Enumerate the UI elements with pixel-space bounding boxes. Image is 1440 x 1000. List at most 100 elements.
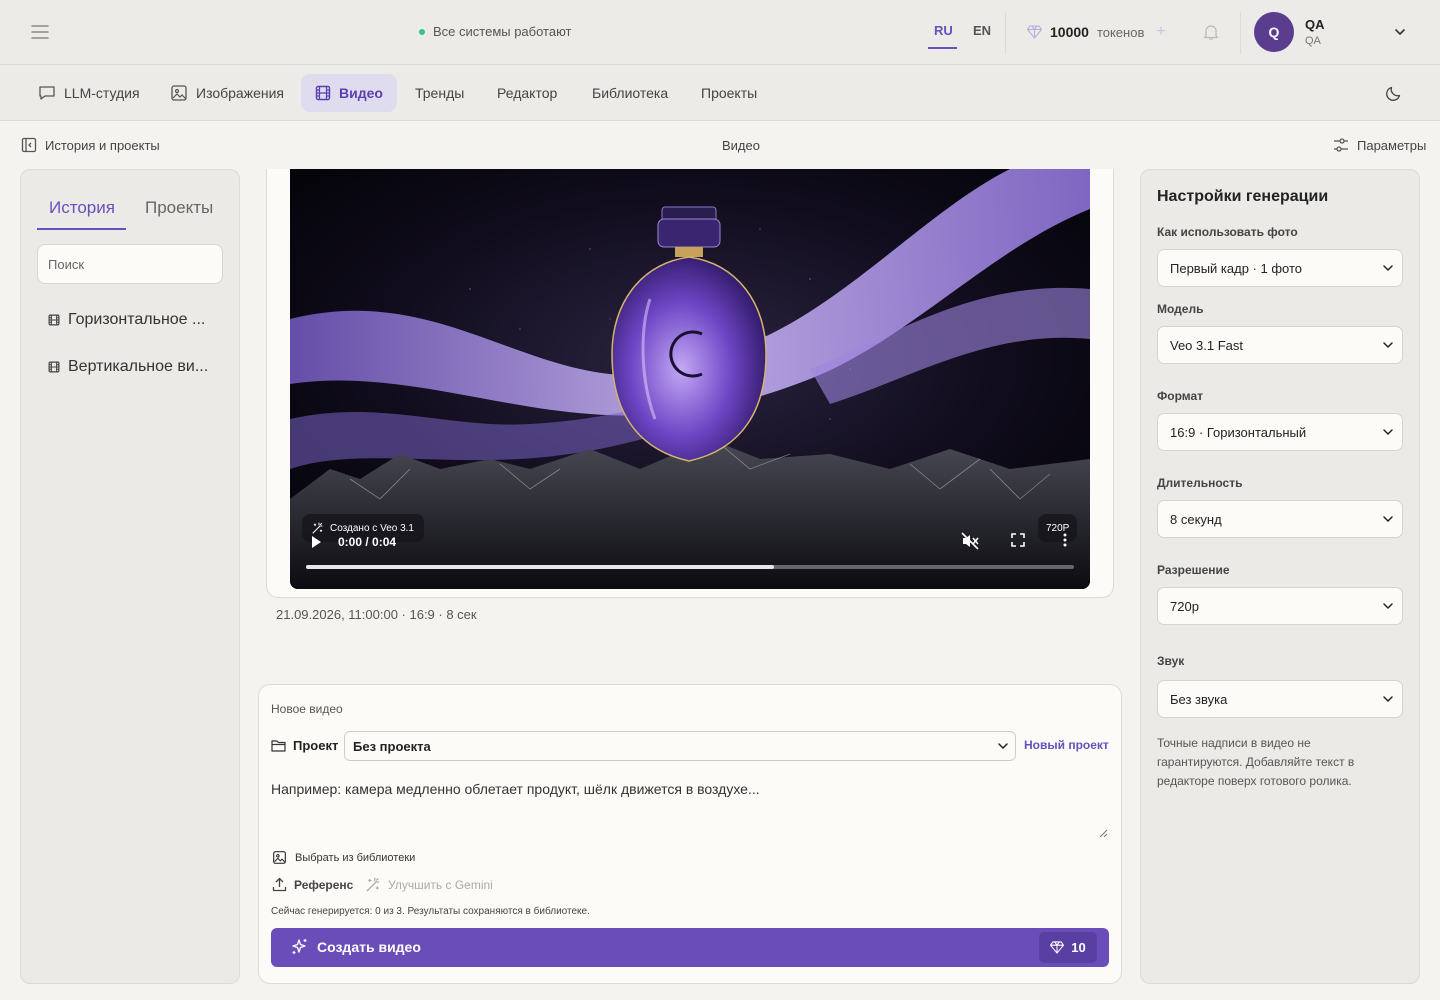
moon-icon[interactable] bbox=[1385, 84, 1403, 102]
create-video-label-wrap: Создать видео bbox=[291, 938, 421, 956]
chevron-down-icon bbox=[997, 740, 1009, 752]
format-select[interactable]: 16:9 · Горизонтальный bbox=[1157, 413, 1403, 451]
lang-active-underline bbox=[928, 47, 957, 49]
tab-projects[interactable]: Проекты bbox=[145, 198, 213, 218]
model-value: Veo 3.1 Fast bbox=[1170, 337, 1243, 353]
page-title: Видео bbox=[722, 138, 760, 153]
project-select[interactable]: Без проекта bbox=[344, 731, 1016, 761]
tab-history[interactable]: История bbox=[49, 198, 115, 218]
tab-active-underline bbox=[37, 228, 126, 230]
user-role: QA bbox=[1305, 35, 1321, 47]
video-meta: 21.09.2026, 11:00:00 · 16:9 · 8 сек bbox=[276, 607, 477, 622]
prompt-textarea[interactable]: Например: камера медленно облетает проду… bbox=[271, 781, 1109, 839]
reference-upload-button[interactable]: Референс bbox=[272, 877, 353, 892]
video-progress-bar[interactable] bbox=[306, 565, 1074, 569]
generation-status: Сейчас генерируется: 0 из 3. Результаты … bbox=[271, 906, 590, 917]
chevron-down-icon bbox=[1382, 339, 1394, 351]
lang-ru-button[interactable]: RU bbox=[934, 23, 953, 38]
main-nav: LLM-студия Изображения Видео Тренды Реда… bbox=[0, 65, 1440, 121]
format-value: 16:9 · Горизонтальный bbox=[1170, 424, 1307, 440]
magic-wand-icon bbox=[312, 522, 324, 534]
avatar[interactable]: Q bbox=[1254, 12, 1294, 52]
project-label-text: Проект bbox=[293, 738, 339, 753]
lang-en-button[interactable]: EN bbox=[973, 23, 991, 38]
sound-value: Без звука bbox=[1170, 691, 1228, 707]
new-project-link[interactable]: Новый проект bbox=[1024, 738, 1109, 752]
nav-trends[interactable]: Тренды bbox=[401, 74, 478, 112]
chevron-down-icon[interactable] bbox=[1393, 25, 1407, 39]
nav-library[interactable]: Библиотека bbox=[578, 74, 682, 112]
image-icon bbox=[272, 850, 287, 865]
video-player[interactable]: Создано с Veo 3.1 720P 0:00 / 0:04 bbox=[290, 169, 1090, 589]
top-bar: Все системы работают RU EN 10000 токенов… bbox=[0, 0, 1440, 65]
chevron-down-icon bbox=[1382, 513, 1394, 525]
resize-handle-icon[interactable] bbox=[1099, 829, 1108, 838]
diamond-icon bbox=[1027, 25, 1042, 39]
nav-label: Библиотека bbox=[592, 85, 669, 101]
history-item[interactable]: Горизонтальное ... bbox=[48, 311, 218, 329]
film-icon bbox=[48, 314, 60, 326]
nav-editor[interactable]: Редактор bbox=[483, 74, 571, 112]
muted-icon[interactable] bbox=[960, 531, 980, 551]
more-vertical-icon[interactable] bbox=[1062, 532, 1068, 548]
parameters-toggle-button[interactable]: Параметры bbox=[1333, 137, 1426, 153]
nav-label: Проекты bbox=[701, 85, 758, 101]
resolution-select[interactable]: 720p bbox=[1157, 587, 1403, 625]
video-progress-fill bbox=[306, 565, 775, 569]
nav-llm-studio[interactable]: LLM-студия bbox=[24, 74, 154, 112]
model-select[interactable]: Veo 3.1 Fast bbox=[1157, 326, 1403, 364]
photo-usage-select[interactable]: Первый кадр · 1 фото bbox=[1157, 249, 1403, 287]
film-icon bbox=[48, 361, 60, 373]
duration-label: Длительность bbox=[1157, 476, 1243, 490]
add-tokens-button[interactable]: + bbox=[1156, 23, 1165, 41]
photo-usage-value: Первый кадр · 1 фото bbox=[1170, 260, 1303, 276]
project-label: Проект bbox=[271, 738, 338, 753]
sliders-icon bbox=[1333, 137, 1349, 153]
duration-select[interactable]: 8 секунд bbox=[1157, 500, 1403, 538]
improve-with-gemini-button[interactable]: Улучшить с Gemini bbox=[366, 877, 493, 892]
chevron-down-icon bbox=[1382, 693, 1394, 705]
play-icon[interactable] bbox=[310, 535, 322, 549]
nav-label: Тренды bbox=[415, 85, 465, 101]
diamond-icon bbox=[1050, 941, 1065, 954]
resolution-label: Разрешение bbox=[1157, 563, 1230, 577]
sound-label: Звук bbox=[1157, 654, 1185, 668]
generation-cost: 10 bbox=[1039, 932, 1097, 963]
created-with-label: Создано с Veo 3.1 bbox=[330, 522, 414, 534]
reference-label: Референс bbox=[294, 877, 354, 892]
video-time: 0:00 / 0:04 bbox=[338, 535, 397, 549]
project-select-value: Без проекта bbox=[353, 738, 431, 754]
upload-icon bbox=[272, 877, 287, 892]
bell-icon[interactable] bbox=[1202, 23, 1220, 41]
settings-title: Настройки генерации bbox=[1157, 188, 1329, 205]
choose-from-library-button[interactable]: Выбрать из библиотеки bbox=[272, 850, 415, 865]
resolution-badge: 720P bbox=[1038, 514, 1078, 542]
nav-label: Редактор bbox=[497, 85, 558, 101]
create-video-label: Создать видео bbox=[317, 939, 421, 955]
nav-projects[interactable]: Проекты bbox=[687, 74, 771, 112]
resolution-value: 720p bbox=[1170, 598, 1199, 614]
sound-select[interactable]: Без звука bbox=[1157, 680, 1403, 718]
status-dot-icon bbox=[419, 28, 425, 35]
film-icon bbox=[315, 85, 331, 101]
format-label: Формат bbox=[1157, 389, 1204, 403]
fullscreen-icon[interactable] bbox=[1010, 532, 1026, 548]
search-input[interactable] bbox=[37, 244, 223, 284]
duration-value: 8 секунд bbox=[1170, 511, 1222, 527]
parameters-label: Параметры bbox=[1357, 137, 1427, 153]
token-balance: 10000 токенов + bbox=[1027, 23, 1166, 41]
sparkles-icon bbox=[291, 938, 309, 956]
history-item[interactable]: Вертикальное ви... bbox=[48, 358, 218, 376]
nav-video[interactable]: Видео bbox=[301, 74, 397, 112]
chat-icon bbox=[38, 84, 56, 102]
user-name: QA bbox=[1305, 17, 1325, 32]
token-count: 10000 bbox=[1050, 24, 1089, 40]
magic-wand-icon bbox=[366, 877, 381, 892]
hamburger-menu-icon[interactable] bbox=[30, 22, 50, 42]
image-icon bbox=[170, 84, 188, 102]
nav-images[interactable]: Изображения bbox=[156, 74, 298, 112]
create-video-button[interactable]: Создать видео 10 bbox=[271, 928, 1109, 967]
model-label: Модель bbox=[1157, 302, 1204, 316]
divider bbox=[1240, 12, 1241, 54]
photo-usage-label: Как использовать фото bbox=[1157, 225, 1298, 239]
